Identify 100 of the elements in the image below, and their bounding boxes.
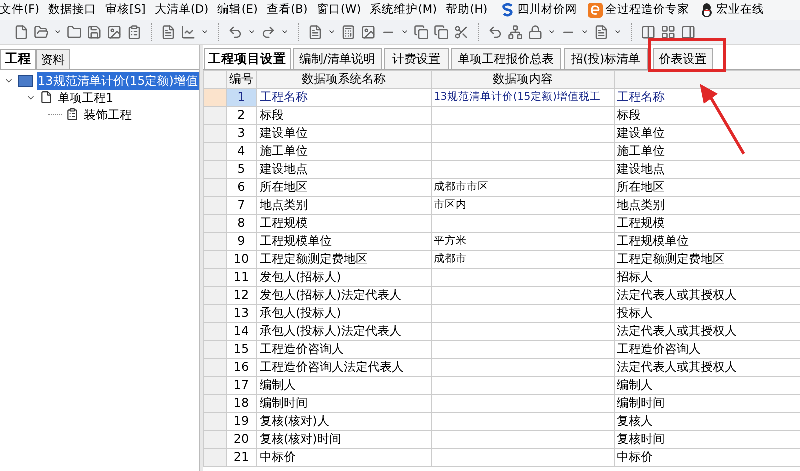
panel-icon[interactable] bbox=[641, 24, 656, 40]
chart-icon[interactable] bbox=[181, 24, 196, 40]
menu-link[interactable]: 全过程造价专家 bbox=[606, 1, 690, 19]
panel-right-icon[interactable] bbox=[681, 24, 696, 40]
tree-item[interactable]: 单项工程1 bbox=[57, 88, 115, 106]
document-icon bbox=[40, 91, 53, 104]
menu-item[interactable]: 查看(B) bbox=[266, 1, 317, 19]
menu-item[interactable]: 帮助(H) bbox=[446, 1, 497, 19]
tab[interactable]: 招(投)标清单 bbox=[564, 48, 648, 69]
table-cell: 工程造价咨询人 bbox=[614, 340, 800, 358]
tab[interactable]: 计费设置 bbox=[384, 48, 449, 69]
table-cell: 19 bbox=[226, 412, 256, 430]
menu-item[interactable]: 编辑(E) bbox=[218, 1, 267, 19]
table-cell: 施工单位 bbox=[256, 142, 432, 160]
table-cell: 工程造价咨询人 bbox=[256, 340, 432, 358]
column-header[interactable]: 数据项系统名称 bbox=[256, 70, 432, 88]
save-icon[interactable] bbox=[87, 24, 102, 40]
table-cell: 所在地区 bbox=[614, 178, 800, 196]
table-cell: 17 bbox=[226, 376, 256, 394]
menu-item[interactable]: 数据接口 bbox=[48, 1, 106, 19]
undo-icon[interactable] bbox=[228, 24, 243, 40]
document-icon[interactable] bbox=[308, 24, 323, 40]
table-cell: 1 bbox=[226, 88, 256, 106]
caret-icon[interactable] bbox=[201, 28, 209, 36]
table-cell: 工程名称 bbox=[256, 88, 432, 106]
table-cell: 12 bbox=[226, 286, 256, 304]
table-cell: 工程规模单位 bbox=[256, 232, 432, 250]
new-file-icon[interactable] bbox=[14, 24, 29, 40]
menu-item[interactable]: 窗口(W) bbox=[316, 1, 370, 19]
caret-icon[interactable] bbox=[581, 28, 589, 36]
table-cell: 地点类别 bbox=[614, 196, 800, 214]
menu-item[interactable]: 文件(F) bbox=[0, 1, 49, 19]
menu-item[interactable]: 审核[S] bbox=[106, 1, 155, 19]
table-cell: 复核时间 bbox=[614, 430, 800, 448]
table-cell: 复核(核对)时间 bbox=[256, 430, 432, 448]
table-cell: 工程规模 bbox=[256, 214, 432, 232]
menu-item[interactable]: 系统维护(M) bbox=[370, 1, 446, 19]
table-cell: 所在地区 bbox=[256, 178, 432, 196]
table-cell: 复核人 bbox=[614, 412, 800, 430]
tab[interactable]: 价表设置 bbox=[653, 48, 713, 69]
list-icon bbox=[66, 108, 79, 121]
caret-icon[interactable] bbox=[54, 28, 62, 36]
table-cell: 21 bbox=[226, 448, 256, 466]
caret-icon[interactable] bbox=[614, 28, 622, 36]
table-cell: 复核(核对)人 bbox=[256, 412, 432, 430]
tree-item[interactable]: 装饰工程 bbox=[83, 106, 133, 124]
table-cell: 建设地点 bbox=[614, 160, 800, 178]
copy-icon[interactable] bbox=[414, 24, 429, 40]
menu-item[interactable]: 大清单(D) bbox=[154, 1, 218, 19]
grid-icon[interactable] bbox=[661, 24, 676, 40]
table-cell: 投标人 bbox=[614, 304, 800, 322]
table-cell: 平方米 bbox=[432, 232, 614, 250]
panel-tab[interactable]: 工程 bbox=[0, 49, 36, 69]
table-cell: 建设地点 bbox=[256, 160, 432, 178]
table-cell: 承包人(投标人) bbox=[256, 304, 432, 322]
table-cell: 工程定额测定费地区 bbox=[614, 250, 800, 268]
table-cell: 13 bbox=[226, 304, 256, 322]
cut-icon[interactable] bbox=[454, 24, 469, 40]
lock-icon[interactable] bbox=[528, 24, 543, 40]
table-cell: 法定代表人或其授权人 bbox=[614, 322, 800, 340]
folder-icon[interactable] bbox=[67, 24, 82, 40]
open-folder-icon[interactable] bbox=[34, 24, 49, 40]
table-cell: 建设单位 bbox=[614, 124, 800, 142]
panel-tab[interactable]: 资料 bbox=[36, 49, 70, 69]
table-cell: 7 bbox=[226, 196, 256, 214]
caret-icon[interactable] bbox=[401, 28, 409, 36]
table-cell: 3 bbox=[226, 124, 256, 142]
table-cell: 工程规模单位 bbox=[614, 232, 800, 250]
calculator-icon[interactable] bbox=[341, 24, 356, 40]
document-icon[interactable] bbox=[161, 24, 176, 40]
table-cell: 建设单位 bbox=[256, 124, 432, 142]
table-cell: 6 bbox=[226, 178, 256, 196]
penguin-icon bbox=[700, 2, 714, 18]
table-cell: 11 bbox=[226, 268, 256, 286]
table-cell: 编制人 bbox=[256, 376, 432, 394]
table-cell: 15 bbox=[226, 340, 256, 358]
undo-icon[interactable] bbox=[488, 24, 503, 40]
table-cell: 标段 bbox=[256, 106, 432, 124]
caret-icon[interactable] bbox=[328, 28, 336, 36]
tab[interactable]: 工程项目设置 bbox=[204, 48, 291, 69]
table-cell: 编制时间 bbox=[256, 394, 432, 412]
table-cell: 工程造价咨询人法定代表人 bbox=[256, 358, 432, 376]
menu-link[interactable]: 宏业在线 bbox=[716, 1, 765, 19]
image-icon[interactable] bbox=[361, 24, 376, 40]
tree-item[interactable]: 13规范清单计价(15定额)增值 bbox=[37, 72, 199, 90]
table-cell: 18 bbox=[226, 394, 256, 412]
column-header[interactable]: 数据项内容 bbox=[432, 70, 614, 88]
table-cell: 法定代表人或其授权人 bbox=[614, 286, 800, 304]
tab[interactable]: 编制/清单说明 bbox=[293, 48, 382, 69]
tree-icon[interactable] bbox=[508, 24, 523, 40]
caret-icon[interactable] bbox=[248, 28, 256, 36]
table-cell: 4 bbox=[226, 142, 256, 160]
caret-icon[interactable] bbox=[281, 28, 289, 36]
menu-link[interactable]: 四川材价网 bbox=[518, 1, 578, 19]
table-cell: 8 bbox=[226, 214, 256, 232]
tab[interactable]: 单项工程报价总表 bbox=[451, 48, 561, 69]
s-logo-icon bbox=[500, 3, 515, 17]
table-cell: 成都市 bbox=[432, 250, 614, 268]
redo-icon[interactable] bbox=[261, 24, 276, 40]
caret-icon[interactable] bbox=[548, 28, 556, 36]
